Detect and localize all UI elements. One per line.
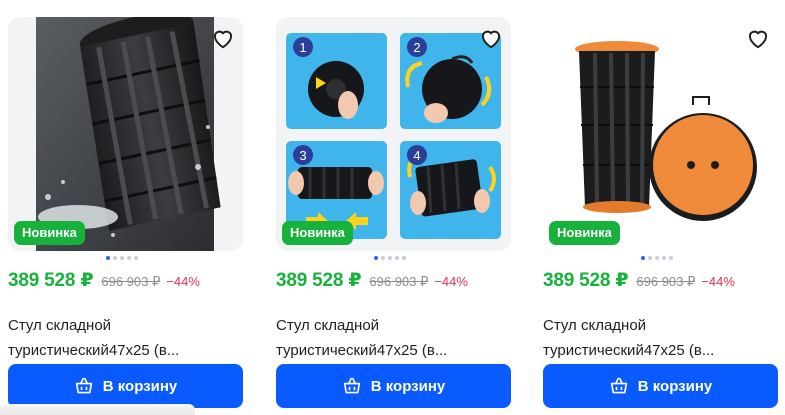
stool-instruction-steps: 1 2 3 4 bbox=[276, 17, 511, 251]
image-pagination[interactable] bbox=[641, 256, 673, 260]
dot[interactable] bbox=[669, 256, 673, 260]
step-number: 1 bbox=[299, 40, 306, 55]
step-number: 3 bbox=[299, 148, 306, 163]
dot[interactable] bbox=[388, 256, 392, 260]
dot[interactable] bbox=[395, 256, 399, 260]
stool-splash-photo bbox=[36, 17, 221, 251]
dot[interactable] bbox=[127, 256, 131, 260]
dot[interactable] bbox=[655, 256, 659, 260]
product-image[interactable]: 1 2 3 4 Новинка bbox=[276, 17, 511, 251]
dot[interactable] bbox=[641, 256, 645, 260]
title-line: Стул складной bbox=[276, 317, 380, 334]
dot[interactable] bbox=[134, 256, 138, 260]
heart-icon bbox=[213, 30, 233, 49]
title-line: туристический47х25 (в... bbox=[543, 342, 715, 359]
old-price: 696 903 ₽ bbox=[101, 274, 161, 289]
favorite-button[interactable] bbox=[210, 25, 236, 51]
add-to-cart-label: В корзину bbox=[637, 377, 713, 395]
add-to-cart-label: В корзину bbox=[370, 377, 446, 395]
add-to-cart-button[interactable]: В корзину bbox=[276, 364, 511, 408]
image-pagination[interactable] bbox=[374, 256, 406, 260]
product-title[interactable]: Стул складной туристический47х25 (в... bbox=[543, 313, 778, 363]
product-card[interactable]: Новинка 389 528 ₽ 696 903 ₽ −44% Стул ск… bbox=[543, 17, 778, 415]
dot[interactable] bbox=[374, 256, 378, 260]
add-to-cart-button[interactable]: В корзину bbox=[543, 364, 778, 408]
cart-icon bbox=[343, 377, 360, 394]
title-line: Стул складной bbox=[8, 317, 112, 334]
product-card[interactable]: 1 2 3 4 Новинка 389 528 ₽ 696 903 ₽ −44%… bbox=[276, 17, 511, 415]
dot[interactable] bbox=[381, 256, 385, 260]
title-line: туристический47х25 (в... bbox=[276, 342, 448, 359]
dot[interactable] bbox=[402, 256, 406, 260]
orange-stool-product bbox=[543, 17, 778, 251]
dot[interactable] bbox=[648, 256, 652, 260]
price-row: 389 528 ₽ 696 903 ₽ −44% bbox=[543, 269, 735, 295]
old-price: 696 903 ₽ bbox=[369, 274, 429, 289]
dot[interactable] bbox=[662, 256, 666, 260]
favorite-button[interactable] bbox=[478, 25, 504, 51]
price: 389 528 ₽ bbox=[276, 270, 362, 291]
heart-icon bbox=[748, 30, 768, 49]
page-edge bbox=[0, 404, 195, 415]
add-to-cart-button[interactable]: В корзину bbox=[8, 364, 243, 408]
old-price: 696 903 ₽ bbox=[636, 274, 696, 289]
price-row: 389 528 ₽ 696 903 ₽ −44% bbox=[8, 269, 200, 295]
heart-icon bbox=[481, 30, 501, 49]
product-title[interactable]: Стул складной туристический47х25 (в... bbox=[8, 313, 243, 363]
price: 389 528 ₽ bbox=[543, 270, 629, 291]
discount: −44% bbox=[701, 274, 735, 289]
cart-icon bbox=[75, 377, 92, 394]
product-title[interactable]: Стул складной туристический47х25 (в... bbox=[276, 313, 511, 363]
favorite-button[interactable] bbox=[745, 25, 771, 51]
step-number: 4 bbox=[413, 148, 420, 163]
discount: −44% bbox=[434, 274, 468, 289]
price: 389 528 ₽ bbox=[8, 270, 94, 291]
title-line: туристический47х25 (в... bbox=[8, 342, 180, 359]
image-pagination[interactable] bbox=[106, 256, 138, 260]
dot[interactable] bbox=[106, 256, 110, 260]
new-badge: Новинка bbox=[14, 221, 85, 245]
new-badge: Новинка bbox=[282, 221, 353, 245]
add-to-cart-label: В корзину bbox=[102, 377, 178, 395]
dot[interactable] bbox=[120, 256, 124, 260]
price-row: 389 528 ₽ 696 903 ₽ −44% bbox=[276, 269, 468, 295]
step-number: 2 bbox=[413, 40, 420, 55]
product-image[interactable]: Новинка bbox=[8, 17, 243, 251]
cart-icon bbox=[610, 377, 627, 394]
product-card[interactable]: Новинка 389 528 ₽ 696 903 ₽ −44% Стул ск… bbox=[8, 17, 243, 415]
title-line: Стул складной bbox=[543, 317, 647, 334]
new-badge: Новинка bbox=[549, 221, 620, 245]
product-image[interactable]: Новинка bbox=[543, 17, 778, 251]
discount: −44% bbox=[166, 274, 200, 289]
dot[interactable] bbox=[113, 256, 117, 260]
